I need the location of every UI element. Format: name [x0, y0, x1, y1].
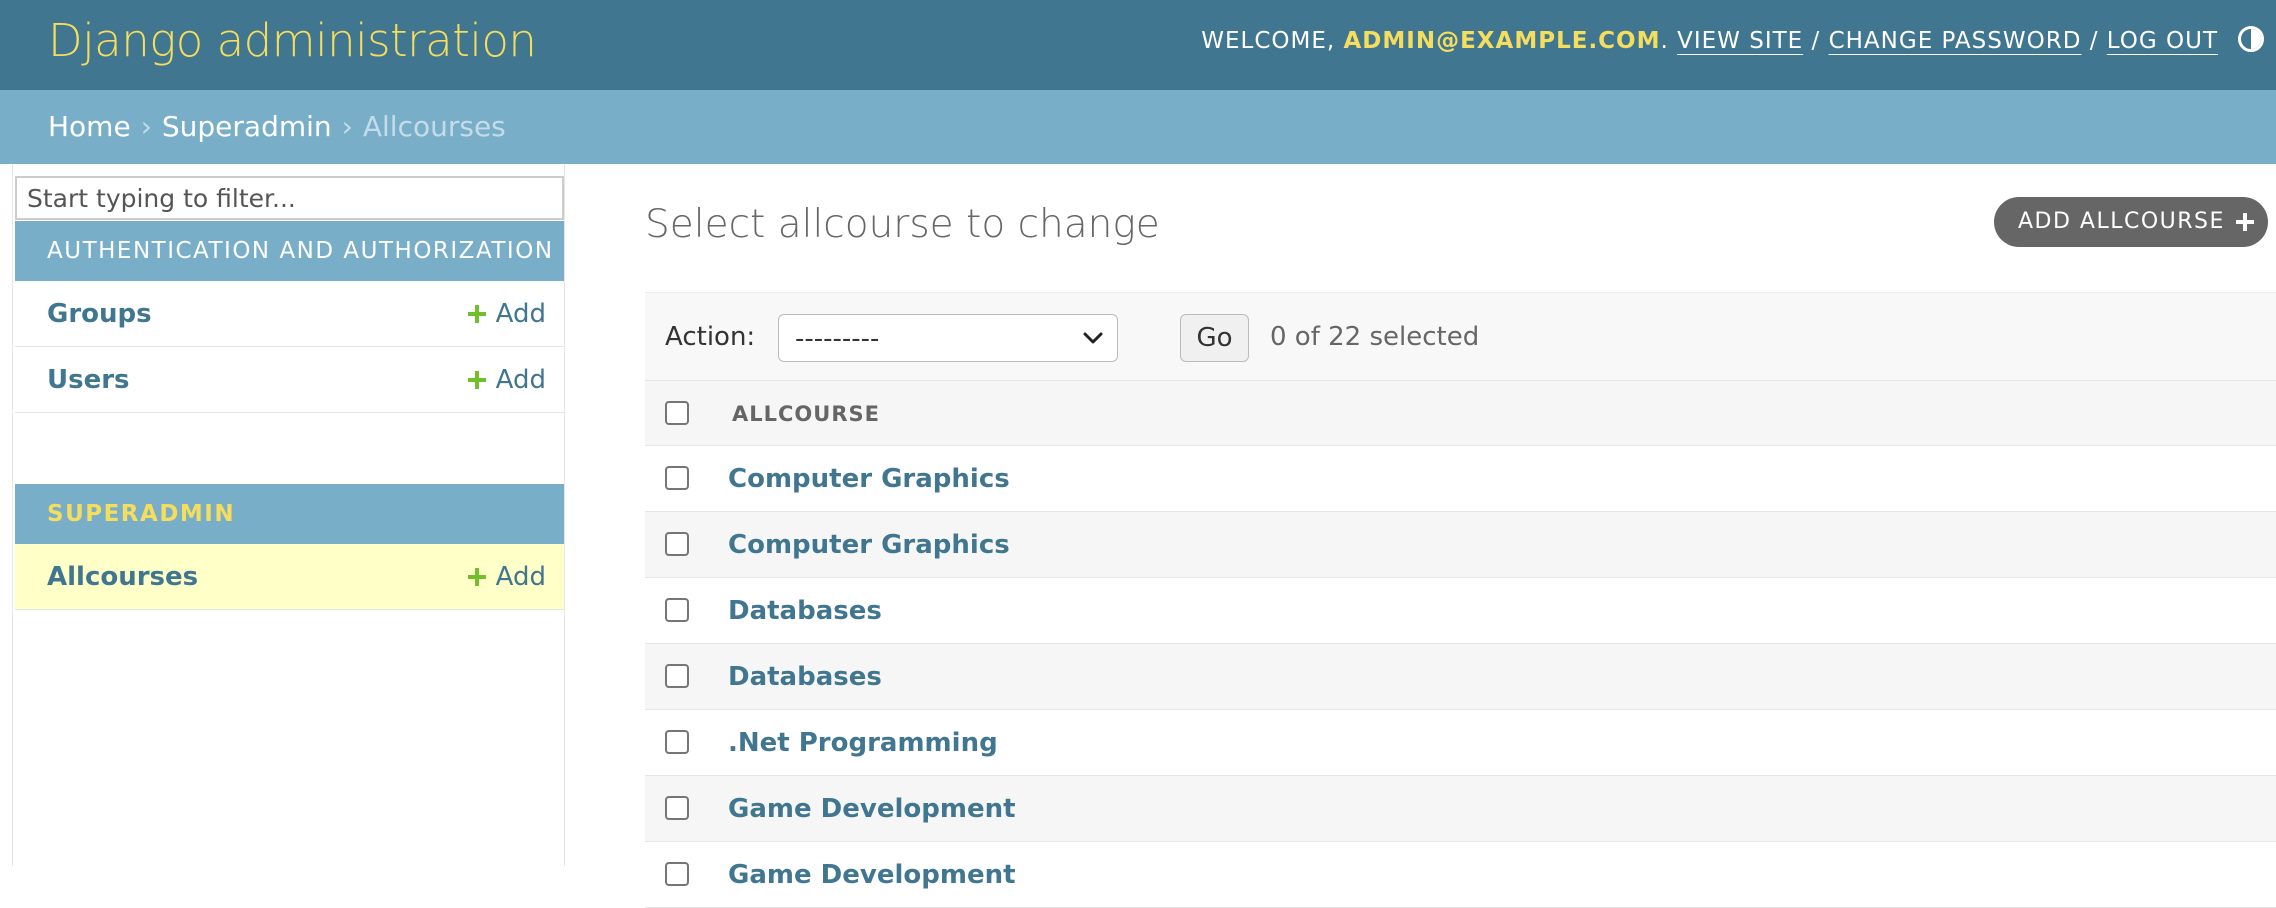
row-checkbox[interactable] [665, 598, 689, 622]
row-checkbox[interactable] [665, 664, 689, 688]
table-row: Databases [645, 578, 2276, 644]
page-title: Select allcourse to change [645, 202, 1160, 247]
view-site-link[interactable]: VIEW SITE [1677, 28, 1803, 54]
select-all-checkbox[interactable] [665, 401, 689, 425]
site-branding[interactable]: Django administration [48, 14, 537, 67]
nav-sidebar: Authentication and Authorization Groups … [12, 164, 565, 866]
username: ADMIN@EXAMPLE.COM [1343, 28, 1661, 54]
add-users-link[interactable]: Add [467, 347, 546, 413]
sidebar-item-label[interactable]: Allcourses [47, 544, 198, 610]
add-groups-link[interactable]: Add [467, 281, 546, 347]
plus-icon [2236, 213, 2254, 231]
selected-count: 0 of 22 selected [1270, 322, 1480, 352]
column-header-allcourse[interactable]: ALLCOURSE [732, 381, 880, 447]
table-header: ALLCOURSE [645, 380, 2276, 446]
sidebar-item-groups: Groups Add [15, 281, 564, 347]
add-label: Add [495, 365, 546, 395]
plus-icon [467, 371, 486, 389]
header: Django administration WELCOME, ADMIN@EXA… [0, 0, 2276, 90]
row-checkbox[interactable] [665, 796, 689, 820]
row-link[interactable]: Game Development [728, 776, 1016, 842]
breadcrumb-separator: › [140, 110, 152, 143]
add-allcourse-button[interactable]: ADD ALLCOURSE [1994, 197, 2268, 247]
add-button-label: ADD ALLCOURSE [2018, 209, 2225, 234]
row-checkbox[interactable] [665, 532, 689, 556]
chevron-down-icon [1083, 332, 1103, 344]
user-tools-separator: / [2089, 28, 2099, 54]
sidebar-item-label[interactable]: Groups [47, 281, 152, 347]
table-row: Game Development [645, 842, 2276, 908]
row-checkbox[interactable] [665, 730, 689, 754]
breadcrumb: Home › Superadmin › Allcourses [0, 90, 2276, 164]
row-link[interactable]: .Net Programming [728, 710, 998, 776]
change-password-link[interactable]: CHANGE PASSWORD [1829, 28, 2082, 54]
user-tools-separator: / [1811, 28, 1821, 54]
row-link[interactable]: Databases [728, 578, 882, 644]
user-tools: WELCOME, ADMIN@EXAMPLE.COM. VIEW SITE / … [1201, 28, 2218, 54]
welcome-suffix: . [1660, 28, 1669, 54]
breadcrumb-separator: › [341, 110, 353, 143]
sidebar-item-label[interactable]: Users [47, 347, 130, 413]
add-label: Add [495, 562, 546, 592]
sidebar-item-users: Users Add [15, 347, 564, 413]
row-link[interactable]: Databases [728, 644, 882, 710]
row-link[interactable]: Computer Graphics [728, 446, 1010, 512]
add-label: Add [495, 299, 546, 329]
module-caption-auth[interactable]: Authentication and Authorization [15, 221, 564, 281]
nav-filter-input[interactable] [15, 176, 564, 220]
row-link[interactable]: Computer Graphics [728, 512, 1010, 578]
sidebar-item-allcourses: Allcourses Add [15, 544, 564, 610]
plus-icon [467, 305, 486, 323]
table-row: Game Development [645, 776, 2276, 842]
action-select-value: --------- [795, 324, 880, 354]
add-allcourses-link[interactable]: Add [467, 544, 546, 610]
table-row: Databases [645, 644, 2276, 710]
table-row: Computer Graphics [645, 446, 2276, 512]
table-row: .Net Programming [645, 710, 2276, 776]
plus-icon [467, 568, 486, 586]
log-out-link[interactable]: LOG OUT [2107, 28, 2218, 54]
breadcrumb-home[interactable]: Home [48, 110, 131, 143]
action-label: Action: [665, 322, 756, 352]
actions-bar: Action: --------- Go 0 of 22 selected [645, 292, 2276, 380]
theme-toggle-icon[interactable] [2238, 26, 2264, 52]
table-row: Computer Graphics [645, 512, 2276, 578]
row-checkbox[interactable] [665, 466, 689, 490]
welcome-prefix: WELCOME, [1201, 28, 1344, 54]
breadcrumb-current: Allcourses [362, 110, 506, 143]
module-caption-superadmin[interactable]: Superadmin [15, 484, 564, 544]
row-link[interactable]: Game Development [728, 842, 1016, 908]
go-button[interactable]: Go [1180, 314, 1249, 362]
action-select[interactable]: --------- [778, 314, 1118, 362]
breadcrumb-app[interactable]: Superadmin [162, 110, 332, 143]
